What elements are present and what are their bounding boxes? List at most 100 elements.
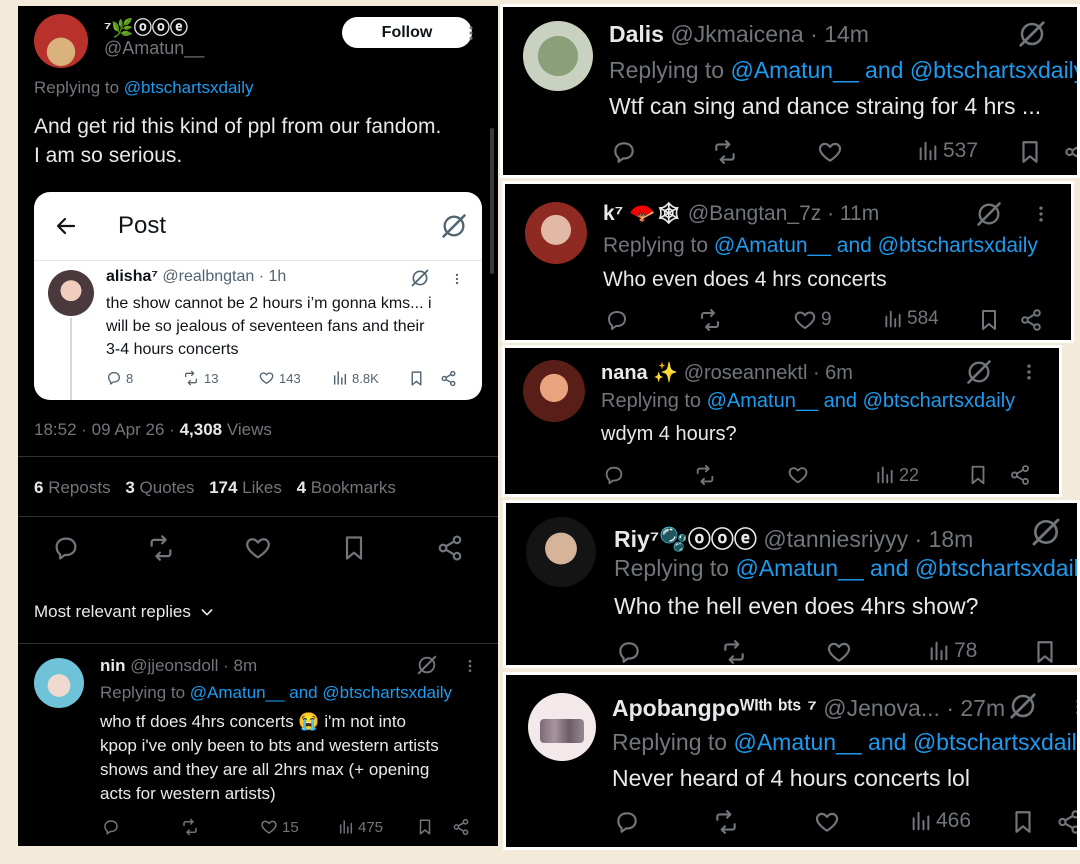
views-stat[interactable]: 584 — [883, 308, 939, 330]
grok-icon[interactable] — [975, 200, 1003, 228]
reply-avatar[interactable] — [526, 517, 596, 587]
reply-icon[interactable] — [52, 534, 80, 562]
reply-handle[interactable]: @Jkmaicena — [670, 21, 803, 47]
more-options-icon[interactable] — [1019, 362, 1039, 382]
more-options-icon[interactable] — [462, 24, 480, 42]
replying-to-handles[interactable]: @Amatun__ and @btschartsxdaily — [730, 57, 1077, 83]
share-icon[interactable] — [1019, 308, 1043, 332]
author-avatar[interactable] — [34, 14, 88, 68]
bookmark-icon[interactable] — [408, 370, 425, 387]
bookmark-icon[interactable] — [967, 464, 989, 486]
embed-repost-stat[interactable]: 13 — [182, 370, 218, 386]
repost-icon[interactable] — [720, 639, 748, 665]
views-stat[interactable]: 537 — [917, 139, 978, 163]
grok-icon[interactable] — [1017, 19, 1047, 49]
post-timestamp[interactable]: 18:52 · 09 Apr 26 · — [34, 420, 175, 439]
reply-card[interactable]: Riy⁷🫧ⓞⓞⓔ @tanniesriyyy · 18m Replying to… — [503, 500, 1080, 668]
embed-name[interactable]: alisha⁷ — [106, 268, 158, 285]
reply-avatar[interactable] — [528, 693, 596, 761]
embed-handle[interactable]: @realbngtan — [162, 268, 254, 285]
grok-icon[interactable] — [1008, 691, 1038, 721]
reply-handle[interactable]: @tanniesriyyy — [763, 526, 908, 552]
reply-name[interactable]: Riy⁷🫧ⓞⓞⓔ — [614, 526, 757, 552]
reply-icon[interactable] — [605, 308, 629, 332]
views-stat[interactable]: 475 — [338, 818, 383, 836]
replying-to-handles[interactable]: @Amatun__ and @btschartsxdaily — [707, 390, 1016, 412]
share-icon[interactable] — [1009, 464, 1031, 486]
bookmark-icon[interactable] — [340, 534, 368, 562]
repost-icon[interactable] — [693, 464, 717, 486]
reply-handle[interactable]: @jjeonsdoll — [130, 656, 218, 675]
reply-icon[interactable] — [603, 464, 625, 486]
more-options-icon[interactable] — [1068, 697, 1077, 717]
reply-card[interactable]: Apobangpoᵂᴵᵗʰ ᵇᵗˢ ⁷ @Jenova... · 27m Rep… — [503, 672, 1080, 850]
grok-icon[interactable] — [410, 268, 430, 288]
share-icon[interactable] — [1063, 139, 1077, 165]
reply-name[interactable]: Dalis — [609, 21, 664, 47]
grok-icon[interactable] — [416, 654, 438, 676]
reply-icon[interactable] — [102, 818, 120, 836]
back-arrow-icon[interactable] — [54, 214, 78, 238]
reply-avatar[interactable] — [525, 202, 587, 264]
repost-icon[interactable] — [146, 534, 176, 562]
replying-to-handles[interactable]: @Amatun__ and @btschartsxdaily — [735, 555, 1077, 581]
reply-icon[interactable] — [614, 809, 640, 835]
reply-card[interactable]: k⁷ 🪭🕸 @Bangtan_7z · 11m Replying to @Ama… — [502, 181, 1074, 343]
grok-icon[interactable] — [965, 358, 993, 386]
bookmark-icon[interactable] — [1017, 139, 1043, 165]
heart-icon[interactable] — [814, 809, 840, 835]
views-stat[interactable]: 78 — [928, 639, 977, 663]
author-handle[interactable]: @Amatun__ — [104, 38, 204, 59]
like-stat[interactable]: 15 — [260, 818, 299, 836]
heart-icon[interactable] — [826, 639, 852, 665]
more-options-icon[interactable] — [1031, 204, 1051, 224]
replying-to-handles[interactable]: @Amatun__ and @btschartsxdaily — [190, 683, 452, 702]
bookmark-icon[interactable] — [1010, 809, 1036, 835]
reply-name[interactable]: k⁷ 🪭🕸 — [603, 202, 682, 225]
heart-icon[interactable] — [817, 139, 843, 165]
reply-card[interactable]: Dalis @Jkmaicena · 14m Replying to @Amat… — [500, 4, 1080, 178]
embed-avatar[interactable] — [48, 270, 94, 316]
reply-avatar[interactable] — [523, 360, 585, 422]
repost-icon[interactable] — [697, 308, 723, 332]
more-options-icon[interactable] — [450, 272, 464, 286]
repost-icon[interactable] — [712, 809, 740, 835]
reply-icon[interactable] — [616, 639, 642, 665]
most-relevant-replies-dropdown[interactable]: Most relevant replies — [34, 602, 215, 622]
share-icon[interactable] — [436, 534, 464, 562]
views-stat[interactable]: 22 — [875, 464, 919, 486]
share-icon[interactable] — [452, 818, 470, 836]
bookmark-icon[interactable] — [1032, 639, 1058, 665]
bookmark-icon[interactable] — [416, 818, 434, 836]
reply-handle[interactable]: @roseannektl — [684, 362, 808, 384]
replying-to-handles[interactable]: @Amatun__ and @btschartsxdaily — [733, 729, 1077, 755]
reply-avatar[interactable] — [523, 21, 593, 91]
embedded-screenshot-card[interactable]: Post alisha⁷ @realbngtan · 1h the show c… — [34, 192, 482, 400]
follow-button[interactable]: Follow — [342, 17, 472, 48]
reply-name[interactable]: nana ✨ — [601, 362, 678, 384]
embed-reply-stat[interactable]: 8 — [106, 370, 133, 386]
scrollbar[interactable] — [490, 128, 494, 274]
grok-icon[interactable] — [1030, 516, 1062, 548]
bookmarks-stat[interactable]: 4 Bookmarks — [297, 478, 396, 497]
like-stat[interactable]: 9 — [793, 308, 832, 332]
reply-name[interactable]: nin — [100, 656, 126, 675]
author-display-name[interactable]: ⁷🌿ⓞⓞⓔ — [104, 14, 188, 40]
replying-to-handles[interactable]: @Amatun__ and @btschartsxdaily — [714, 234, 1038, 257]
quotes-stat[interactable]: 3 Quotes — [125, 478, 194, 497]
heart-icon[interactable] — [787, 464, 809, 486]
bookmark-icon[interactable] — [977, 308, 1001, 332]
reply-icon[interactable] — [611, 139, 637, 165]
views-stat[interactable]: 466 — [910, 809, 971, 833]
reply-avatar[interactable] — [34, 658, 84, 708]
reply-handle[interactable]: @Jenova... — [823, 695, 940, 721]
repost-icon[interactable] — [711, 139, 739, 165]
reply-name[interactable]: Apobangpoᵂᴵᵗʰ ᵇᵗˢ ⁷ — [612, 695, 817, 721]
more-options-icon[interactable] — [462, 658, 478, 674]
share-icon[interactable] — [1056, 809, 1077, 835]
share-icon[interactable] — [440, 370, 457, 387]
reply-card[interactable]: nana ✨ @roseannektl · 6m Replying to @Am… — [502, 345, 1062, 497]
reposts-stat[interactable]: 6 Reposts — [34, 478, 111, 497]
likes-stat[interactable]: 174 Likes — [209, 478, 282, 497]
repost-icon[interactable] — [180, 818, 200, 836]
